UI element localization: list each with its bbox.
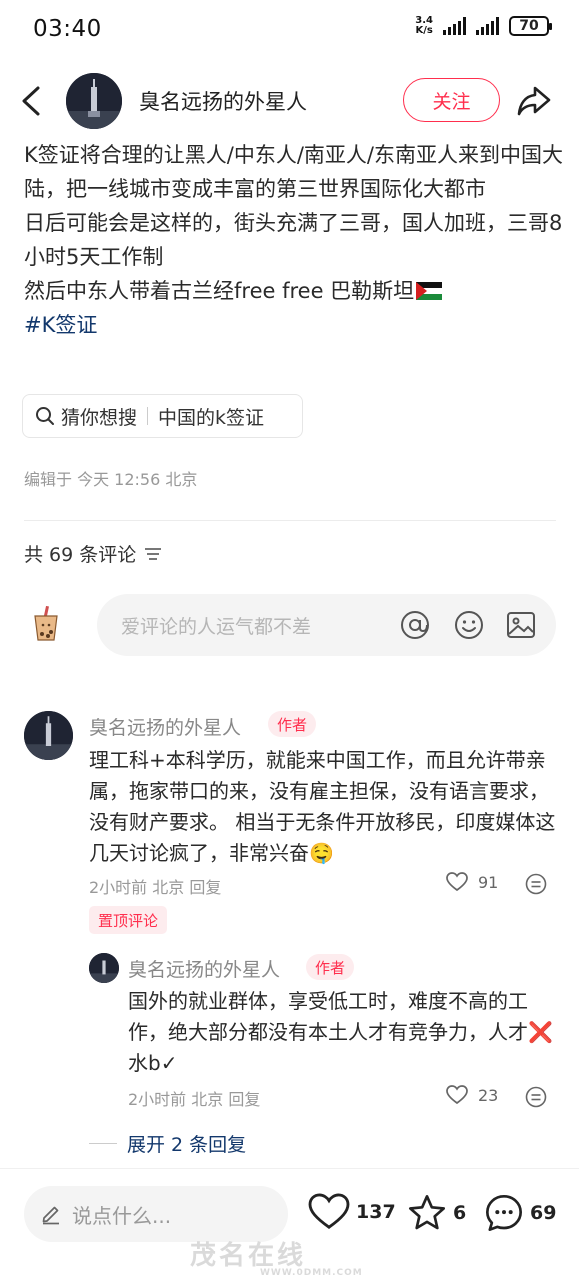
signal-icon	[443, 17, 466, 35]
author-name[interactable]: 臭名远扬的外星人	[139, 86, 307, 116]
reply-text: 国外的就业群体，享受低工时，难度不高的工作，绝大部分都没有本土人才有竞争力，人才…	[128, 989, 553, 1075]
status-time: 03:40	[33, 16, 102, 42]
reply-avatar[interactable]	[89, 953, 119, 983]
reply-author-name[interactable]: 臭名远扬的外星人	[128, 955, 280, 982]
edit-timestamp: 编辑于 今天 12:56 北京	[24, 470, 198, 489]
search-prefix: 猜你想搜	[61, 406, 138, 429]
post-content: K签证将合理的让黑人/中东人/南亚人/东南亚人来到中国大陆，把一线城市变成丰富的…	[24, 138, 564, 342]
comment-count-label: 共 69 条评论	[24, 544, 137, 566]
comment-total: 69	[530, 1202, 557, 1224]
divider	[147, 407, 149, 425]
network-speed: 3.4 K/s	[415, 15, 433, 36]
watermark-text: 茂名在线	[190, 1241, 307, 1271]
status-bar: 03:40 3.4 K/s 70	[0, 0, 579, 60]
say-placeholder: 说点什么...	[72, 1203, 172, 1228]
like-count: 91	[478, 872, 499, 892]
image-icon[interactable]	[505, 609, 537, 641]
heart-icon	[446, 1085, 468, 1105]
expand-replies-label: 展开 2 条回复	[127, 1134, 247, 1156]
pencil-icon	[42, 1206, 59, 1225]
more-options-icon[interactable]	[525, 1086, 547, 1108]
star-icon	[409, 1195, 445, 1230]
bottom-action-bar: 说点什么... 137 6 69 茂名在线 WWW.0DMM.COM	[0, 1168, 579, 1280]
comment-input-placeholder: 爱评论的人运气都不差	[121, 615, 312, 638]
share-icon[interactable]	[515, 82, 553, 120]
comment-count[interactable]: 共 69 条评论	[24, 540, 162, 567]
heart-icon	[308, 1193, 350, 1229]
expand-replies-button[interactable]: 展开 2 条回复	[89, 1130, 246, 1157]
avatar-image	[89, 953, 119, 983]
battery-icon: 70	[509, 16, 552, 36]
status-icons: 3.4 K/s 70	[415, 15, 552, 36]
more-options-icon[interactable]	[525, 873, 547, 895]
heart-icon	[446, 872, 468, 892]
commenter-name[interactable]: 臭名远扬的外星人	[89, 713, 241, 740]
post-header: 臭名远扬的外星人 关注	[0, 66, 579, 136]
author-avatar[interactable]	[66, 73, 122, 129]
search-suggestion-chip[interactable]: 猜你想搜 中国的k签证	[22, 394, 303, 438]
pinned-comment-badge: 置顶评论	[89, 906, 168, 934]
avatar-image	[24, 711, 73, 760]
comment-input-row: 爱评论的人运气都不差	[0, 594, 579, 656]
author-badge: 作者	[268, 711, 317, 737]
search-icon	[36, 407, 54, 425]
like-count: 137	[356, 1201, 396, 1223]
comment-input[interactable]: 爱评论的人运气都不差	[97, 594, 556, 656]
post-paragraph: 日后可能会是这样的，街头充满了三哥，国人加班，三哥8小时5天工作制	[24, 211, 563, 269]
mention-icon[interactable]	[399, 609, 431, 641]
post-text: 然后中东人带着古兰经free free 巴勒斯坦	[24, 279, 415, 303]
hashtag-link[interactable]: #K签证	[24, 313, 97, 337]
follow-button[interactable]: 关注	[403, 78, 500, 122]
author-badge: 作者	[306, 954, 355, 980]
post-paragraph: 然后中东人带着古兰经free free 巴勒斯坦	[24, 274, 564, 308]
commenter-avatar[interactable]	[24, 711, 73, 760]
signal-icon-2	[476, 17, 499, 35]
like-action[interactable]: 137	[308, 1193, 396, 1231]
section-divider	[24, 520, 556, 521]
watermark: 茂名在线 WWW.0DMM.COM	[190, 1235, 363, 1278]
star-action[interactable]: 6	[407, 1193, 466, 1233]
say-something-input[interactable]: 说点什么...	[24, 1186, 288, 1242]
comment-text: 理工科+本科学历，就能来中国工作，而且允许带亲属，拖家带口的来，没有雇主担保，没…	[89, 748, 556, 865]
post-paragraph: K签证将合理的让黑人/中东人/南亚人/东南亚人来到中国大陆，把一线城市变成丰富的…	[24, 143, 563, 201]
bubble-tea-icon	[34, 606, 58, 641]
comment-like[interactable]: 91	[446, 872, 498, 892]
search-query: 中国的k签证	[158, 406, 265, 429]
emoji-icon[interactable]	[453, 609, 485, 641]
back-arrow-icon[interactable]	[18, 84, 46, 118]
reply-like[interactable]: 23	[446, 1085, 498, 1105]
star-count: 6	[453, 1202, 467, 1224]
like-count: 23	[478, 1085, 499, 1105]
avatar-image	[66, 73, 122, 129]
divider	[89, 1143, 117, 1144]
comment-action[interactable]: 69	[484, 1193, 556, 1233]
comment-bubble-icon	[486, 1195, 522, 1231]
reply-meta[interactable]: 2小时前 北京 回复	[128, 1086, 260, 1110]
comment-meta[interactable]: 2小时前 北京 回复	[89, 874, 221, 898]
post-hashtag-line: #K签证	[24, 308, 564, 342]
palestine-flag-icon	[416, 282, 443, 300]
sort-icon[interactable]	[144, 546, 162, 562]
watermark-url: WWW.0DMM.COM	[260, 1268, 363, 1278]
